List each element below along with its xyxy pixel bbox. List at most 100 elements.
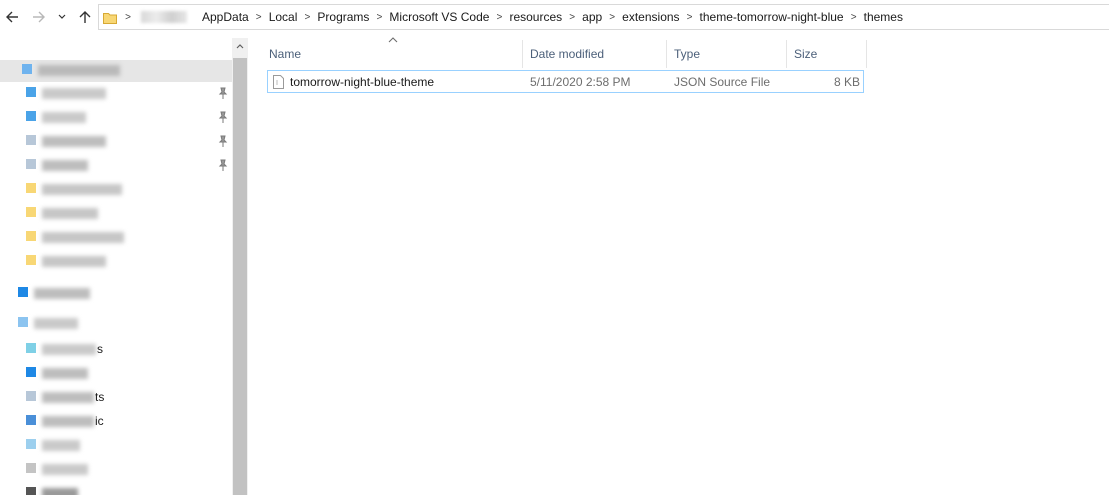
nav-item-folder[interactable] — [0, 252, 232, 270]
column-label: Date modified — [530, 47, 605, 61]
folder-icon — [26, 183, 36, 193]
breadcrumb-separator[interactable]: > — [849, 12, 859, 23]
breadcrumb-local[interactable]: Local — [264, 10, 303, 24]
breadcrumb-separator[interactable]: > — [494, 12, 504, 23]
breadcrumb-themes[interactable]: themes — [859, 10, 908, 24]
pin-icon[interactable] — [218, 87, 228, 99]
file-size: 8 KB — [833, 74, 860, 89]
nav-item-section[interactable] — [0, 284, 232, 302]
nav-label-redacted — [42, 488, 78, 495]
nav-item-subfolder[interactable]: ic — [0, 412, 232, 430]
recent-locations-button[interactable] — [55, 6, 69, 28]
folder-icon — [26, 415, 36, 425]
breadcrumb: > AppData > Local > Programs > Microsoft… — [99, 5, 908, 29]
navigation-pane[interactable]: s ts ic — [0, 36, 232, 495]
breadcrumb-vscode[interactable]: Microsoft VS Code — [384, 10, 494, 24]
column-header-date[interactable]: Date modified — [523, 40, 667, 68]
breadcrumb-app[interactable]: app — [577, 10, 607, 24]
folder-icon — [26, 135, 36, 145]
breadcrumb-separator[interactable]: > — [374, 12, 384, 23]
nav-item-section[interactable] — [0, 314, 232, 332]
address-path[interactable]: > AppData > Local > Programs > Microsoft… — [98, 4, 1109, 30]
breadcrumb-appdata[interactable]: AppData — [197, 10, 254, 24]
nav-scrollbar-thumb[interactable] — [233, 58, 247, 495]
arrow-up-icon — [79, 11, 91, 23]
up-button[interactable] — [75, 6, 95, 28]
folder-icon — [26, 343, 36, 353]
nav-label-redacted — [42, 184, 122, 195]
nav-item-subfolder[interactable] — [0, 364, 232, 382]
nav-label-redacted — [34, 318, 78, 329]
nav-label-redacted — [42, 440, 80, 451]
nav-item-folder[interactable] — [0, 204, 232, 222]
nav-label-tail: ic — [95, 414, 104, 428]
nav-label-redacted — [42, 136, 106, 147]
chevron-up-icon[interactable] — [236, 42, 244, 50]
nav-label-redacted — [42, 464, 88, 475]
nav-item-pinned[interactable] — [0, 132, 232, 150]
column-label: Type — [674, 47, 701, 61]
folder-icon — [26, 111, 36, 121]
arrow-right-icon — [33, 11, 45, 23]
folder-icon — [26, 159, 36, 169]
breadcrumb-resources[interactable]: resources — [504, 10, 567, 24]
nav-label-redacted — [42, 208, 98, 219]
nav-item-subfolder[interactable]: ts — [0, 388, 232, 406]
column-header-name[interactable]: Name — [262, 40, 523, 68]
column-header-size[interactable]: Size — [787, 40, 867, 68]
nav-label-redacted — [42, 344, 96, 355]
breadcrumb-separator[interactable]: > — [607, 12, 617, 23]
nav-item-subfolder[interactable] — [0, 436, 232, 454]
folder-icon — [26, 463, 36, 473]
file-name[interactable]: tomorrow-night-blue-theme — [290, 71, 520, 92]
nav-item-subfolder[interactable] — [0, 484, 232, 495]
breadcrumb-separator[interactable]: > — [685, 12, 695, 23]
folder-icon — [103, 12, 117, 24]
breadcrumb-theme-folder[interactable]: theme-tomorrow-night-blue — [695, 10, 849, 24]
nav-label-redacted — [42, 232, 124, 243]
pin-icon[interactable] — [218, 135, 228, 147]
breadcrumb-separator[interactable]: > — [123, 12, 133, 23]
breadcrumb-extensions[interactable]: extensions — [617, 10, 684, 24]
computer-icon — [18, 317, 28, 327]
folder-icon — [26, 367, 36, 377]
nav-label-redacted — [42, 256, 106, 267]
forward-button[interactable] — [29, 6, 49, 28]
nav-label-redacted — [42, 416, 94, 427]
table-row[interactable]: tomorrow-night-blue-theme 5/11/2020 2:58… — [267, 70, 864, 93]
column-label: Name — [269, 47, 302, 61]
nav-item-subfolder[interactable]: s — [0, 340, 232, 358]
nav-label-redacted — [42, 160, 88, 171]
sort-ascending-icon — [388, 37, 398, 43]
folder-icon — [26, 207, 36, 217]
nav-item-pinned[interactable] — [0, 156, 232, 174]
nav-label-redacted — [38, 65, 120, 76]
nav-label-redacted — [42, 368, 88, 379]
nav-label-redacted — [34, 288, 90, 299]
back-button[interactable] — [2, 6, 22, 28]
folder-icon — [26, 87, 36, 97]
pin-icon[interactable] — [218, 111, 228, 123]
nav-item-quick-access[interactable] — [0, 60, 232, 82]
breadcrumb-programs[interactable]: Programs — [312, 10, 374, 24]
nav-item-pinned[interactable] — [0, 84, 232, 102]
nav-label-tail: s — [97, 342, 103, 356]
nav-label-redacted — [42, 392, 94, 403]
redacted-user-crumb[interactable] — [141, 11, 187, 23]
folder-icon — [26, 391, 36, 401]
breadcrumb-separator[interactable]: > — [302, 12, 312, 23]
cloud-icon — [18, 287, 28, 297]
arrow-left-icon — [6, 11, 18, 23]
nav-label-tail: ts — [95, 390, 105, 404]
column-header-type[interactable]: Type — [667, 40, 787, 68]
nav-item-folder[interactable] — [0, 228, 232, 246]
pin-icon[interactable] — [218, 159, 228, 171]
nav-item-subfolder[interactable] — [0, 460, 232, 478]
nav-item-folder[interactable] — [0, 180, 232, 198]
file-date: 5/11/2020 2:58 PM — [530, 74, 631, 89]
breadcrumb-separator[interactable]: > — [254, 12, 264, 23]
nav-label-redacted — [42, 112, 86, 123]
nav-item-pinned[interactable] — [0, 108, 232, 126]
address-bar-row: > AppData > Local > Programs > Microsoft… — [0, 0, 1109, 34]
breadcrumb-separator[interactable]: > — [567, 12, 577, 23]
